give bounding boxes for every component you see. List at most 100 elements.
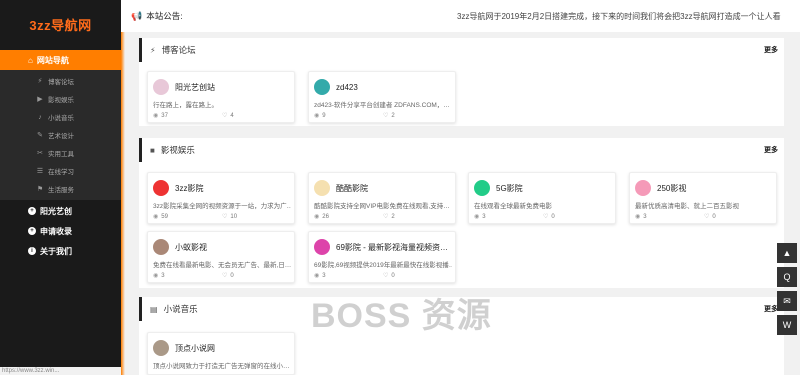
sub-item-life[interactable]: ⚑ 生活服务 bbox=[0, 180, 121, 198]
section-title: 影视娱乐 bbox=[160, 145, 195, 155]
site-logo-icon bbox=[153, 340, 169, 356]
site-name: 酷酷影院 bbox=[336, 183, 368, 193]
pen-icon: ✎ bbox=[37, 132, 43, 139]
heart-icon: ♡ bbox=[222, 113, 228, 119]
nav-item-apply[interactable]: + 申请收录 bbox=[0, 221, 121, 241]
sidebar-edge bbox=[121, 0, 125, 375]
site-logo-icon bbox=[474, 180, 490, 196]
site-card[interactable]: zd423 zd423-软件分享平台创建者 ZDFANS.COM，… ◉ 9 ♡ 2 bbox=[308, 71, 456, 123]
heart-icon: ♡ bbox=[383, 214, 389, 220]
sub-nav: ⚡ 博客论坛 ▶ 影视娱乐 ♪ 小说音乐 ✎ 艺术设计 ✂ 实用工具 ☰ 在线学习 ⚑ 生活服… bbox=[0, 70, 121, 200]
site-card[interactable]: 顶点小说网 顶点小说网致力于打造无广告无弹窗的在线小… bbox=[147, 332, 295, 375]
site-logo[interactable]: 3zz导航网 bbox=[0, 0, 121, 48]
view-count: 3 bbox=[322, 272, 326, 279]
music-icon: ♪ bbox=[38, 113, 42, 121]
wechat-button[interactable]: W bbox=[777, 315, 797, 335]
section-header: ⚡ 博客论坛 更多 bbox=[139, 38, 784, 62]
site-logo-icon bbox=[314, 79, 330, 95]
bolt-icon: ⚡ bbox=[150, 45, 156, 55]
eye-icon: ◉ bbox=[153, 113, 159, 119]
site-desc: 在线观看全球最新免费电影 bbox=[474, 203, 552, 210]
sub-item-video[interactable]: ▶ 影视娱乐 bbox=[0, 90, 121, 108]
site-logo-icon bbox=[314, 239, 330, 255]
like-count: 2 bbox=[391, 112, 395, 119]
nav-website-navigation[interactable]: ⌂ 网站导航 bbox=[0, 50, 121, 70]
wechat-icon: W bbox=[782, 320, 792, 330]
heart-icon: ♡ bbox=[383, 113, 389, 119]
announcement-label: 本站公告: bbox=[146, 11, 183, 21]
more-link[interactable]: 更多 bbox=[764, 304, 778, 314]
more-link[interactable]: 更多 bbox=[764, 145, 778, 155]
nav-item-sunshine[interactable]: + 阳光艺创 bbox=[0, 201, 121, 221]
sub-item-label: 小说音乐 bbox=[48, 115, 74, 122]
sub-item-label: 在线学习 bbox=[48, 169, 74, 176]
site-name: 69影院 - 最新影视海量视频资… bbox=[336, 242, 449, 252]
flag-icon: ⚑ bbox=[36, 186, 44, 193]
like-count: 10 bbox=[230, 213, 238, 220]
site-name: 5G影院 bbox=[496, 183, 523, 193]
info-icon: i bbox=[28, 247, 36, 255]
plus-circle-icon: + bbox=[28, 207, 36, 215]
eye-icon: ◉ bbox=[153, 214, 159, 220]
view-count: 59 bbox=[161, 213, 168, 220]
view-count: 26 bbox=[322, 213, 329, 220]
email-button[interactable]: ✉ bbox=[777, 291, 797, 311]
plus-circle-icon: + bbox=[28, 227, 36, 235]
site-card[interactable]: 250影视 最新优质高清电影、就上二百五影视 ◉ 3 ♡ 0 bbox=[629, 172, 777, 224]
nav-item-label: 阳光艺创 bbox=[40, 206, 72, 216]
book-icon: ▤ bbox=[150, 304, 158, 314]
sub-item-novel[interactable]: ♪ 小说音乐 bbox=[0, 108, 121, 126]
sub-item-blog[interactable]: ⚡ 博客论坛 bbox=[0, 72, 121, 90]
view-count: 37 bbox=[161, 112, 168, 119]
arrow-up-icon: ▲ bbox=[782, 248, 792, 258]
heart-icon: ♡ bbox=[383, 273, 389, 279]
eye-icon: ◉ bbox=[474, 214, 480, 220]
site-card[interactable]: 69影院 - 最新影视海量视频资… 69影院,69视频提供2019年最新最快在线… bbox=[308, 231, 456, 283]
like-count: 0 bbox=[391, 272, 395, 279]
sub-item-art[interactable]: ✎ 艺术设计 bbox=[0, 126, 121, 144]
eye-icon: ◉ bbox=[314, 113, 320, 119]
site-card[interactable]: 小蚁影视 免费在线看最新电影、无会员无广告、最新,日… ◉ 3 ♡ 0 bbox=[147, 231, 295, 283]
qq-icon: Q bbox=[783, 272, 791, 282]
eye-icon: ◉ bbox=[314, 273, 320, 279]
eye-icon: ◉ bbox=[153, 273, 159, 279]
view-count: 3 bbox=[643, 213, 647, 220]
more-link[interactable]: 更多 bbox=[764, 45, 778, 55]
site-desc: 3zz影院采集全网的视频资源于一站，力求为广… bbox=[153, 203, 291, 210]
qq-button[interactable]: Q bbox=[777, 267, 797, 287]
site-card[interactable]: 阳光艺创站 行在路上，露在路上。 ◉ 37 ♡ 4 bbox=[147, 71, 295, 123]
sub-item-label: 博客论坛 bbox=[48, 79, 74, 86]
site-desc: 最新优质高清电影、就上二百五影视 bbox=[635, 203, 739, 210]
site-desc: 免费在线看最新电影、无会员无广告、最新,日… bbox=[153, 262, 291, 269]
heart-icon: ♡ bbox=[543, 214, 549, 220]
site-card[interactable]: 5G影院 在线观看全球最新免费电影 ◉ 3 ♡ 0 bbox=[468, 172, 616, 224]
sub-item-label: 影视娱乐 bbox=[48, 97, 74, 104]
section-header: ■ 影视娱乐 更多 bbox=[139, 138, 784, 162]
site-desc: 行在路上，露在路上。 bbox=[153, 102, 218, 109]
tool-icon: ✂ bbox=[37, 150, 43, 157]
nav-main-label: 网站导航 bbox=[36, 55, 69, 65]
section-title: 小说音乐 bbox=[163, 304, 198, 314]
eye-icon: ◉ bbox=[314, 214, 320, 220]
announcement-message: 3zz导航网于2019年2月2日搭建完成，接下来的时间我们将会把3zz导航网打造… bbox=[457, 11, 781, 21]
sidebar: 3zz导航网 ⌂ 网站导航 ⚡ 博客论坛 ▶ 影视娱乐 ♪ 小说音乐 ✎ 艺术设计 ✂ 实… bbox=[0, 0, 121, 375]
site-card[interactable]: 酷酷影院 酷酷影院支持全网VIP电影免费在线观看,支持… ◉ 26 ♡ 2 bbox=[308, 172, 456, 224]
site-logo-icon bbox=[314, 180, 330, 196]
like-count: 4 bbox=[230, 112, 234, 119]
heart-icon: ♡ bbox=[222, 214, 228, 220]
section-title: 博客论坛 bbox=[161, 45, 196, 55]
heart-icon: ♡ bbox=[222, 273, 228, 279]
like-count: 0 bbox=[230, 272, 234, 279]
site-logo-icon bbox=[153, 239, 169, 255]
site-desc: zd423-软件分享平台创建者 ZDFANS.COM，… bbox=[314, 102, 450, 109]
book-icon: ☰ bbox=[36, 168, 44, 175]
nav-item-about[interactable]: i 关于我们 bbox=[0, 241, 121, 261]
site-logo-icon bbox=[153, 79, 169, 95]
back-to-top-button[interactable]: ▲ bbox=[777, 243, 797, 263]
site-name: 3zz影院 bbox=[175, 183, 204, 193]
site-desc: 顶点小说网致力于打造无广告无弹窗的在线小… bbox=[153, 363, 290, 370]
site-name: 顶点小说网 bbox=[175, 343, 215, 353]
sub-item-tools[interactable]: ✂ 实用工具 bbox=[0, 144, 121, 162]
sub-item-learning[interactable]: ☰ 在线学习 bbox=[0, 162, 121, 180]
site-card[interactable]: 3zz影院 3zz影院采集全网的视频资源于一站，力求为广… ◉ 59 ♡ 10 bbox=[147, 172, 295, 224]
